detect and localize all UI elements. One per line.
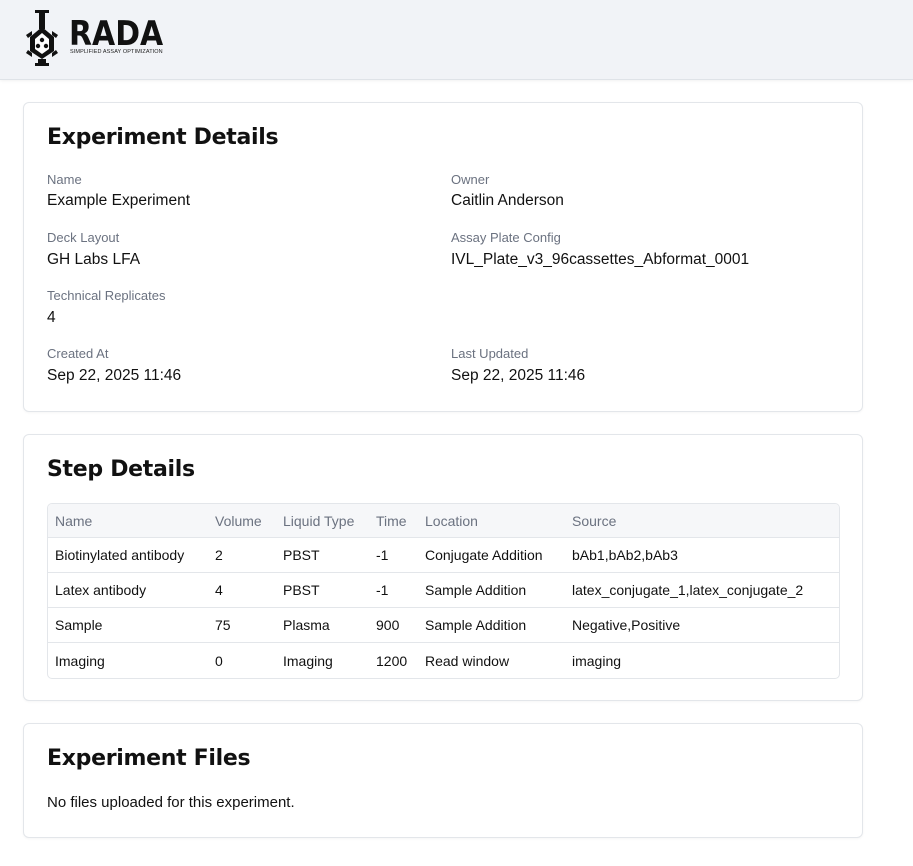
last-updated-label: Last Updated (451, 346, 529, 361)
cell-location: Sample Addition (418, 573, 565, 608)
step-details-card: Step Details Name Volume Liquid Type Tim… (23, 434, 863, 701)
table-header-row: Name Volume Liquid Type Time Location So… (48, 504, 839, 538)
cell-volume: 0 (215, 652, 223, 669)
name-label: Name (47, 172, 82, 187)
cell-location: Read window (425, 652, 510, 669)
experiment-files-title: Experiment Files (47, 746, 251, 771)
owner-label: Owner (451, 172, 490, 187)
cell-time: 900 (369, 608, 418, 643)
cell-source: imaging (572, 652, 622, 669)
flask-logo-icon (26, 10, 58, 66)
cell-liquid-type: PBST (276, 573, 369, 608)
cell-name: Latex antibody (48, 573, 208, 608)
cell-source: bAb1,bAb2,bAb3 (565, 538, 839, 573)
technical-replicates-label: Technical Replicates (47, 288, 166, 303)
column-header-liquid-type: Liquid Type (276, 504, 369, 538)
column-header-time: Time (369, 504, 418, 538)
table-row: Imaging 0 Imaging 1200 Read window imagi… (48, 643, 839, 678)
experiment-details-title: Experiment Details (47, 125, 279, 150)
deck-layout-label: Deck Layout (47, 230, 120, 245)
step-details-table: Name Volume Liquid Type Time Location So… (47, 503, 840, 679)
cell-volume: 75 (208, 608, 276, 643)
cell-volume: 2 (208, 538, 276, 573)
cell-liquid-type: PBST (276, 538, 369, 573)
cell-location: Sample Addition (418, 608, 565, 643)
table-row: Sample 75 Plasma 900 Sample Addition Neg… (48, 608, 839, 643)
cell-source: Negative,Positive (565, 608, 839, 643)
created-at-label: Created At (47, 346, 109, 361)
cell-liquid-type: Plasma (276, 608, 369, 643)
cell-source: latex_conjugate_1,latex_conjugate_2 (565, 573, 839, 608)
logo-tagline: SIMPLIFIED ASSAY OPTIMIZATION (70, 49, 163, 55)
logo-wordmark: RADA (69, 14, 164, 54)
cell-name: Imaging (55, 652, 105, 669)
owner-value: Caitlin Anderson (451, 192, 564, 209)
step-details-title: Step Details (47, 457, 195, 482)
name-value: Example Experiment (47, 192, 191, 209)
cell-liquid-type: Imaging (283, 652, 333, 669)
assay-plate-config-label: Assay Plate Config (451, 230, 561, 245)
table-row: Latex antibody 4 PBST -1 Sample Addition… (48, 573, 839, 608)
last-updated-value: Sep 22, 2025 11:46 (451, 367, 586, 384)
column-header-name: Name (48, 504, 208, 538)
created-at-value: Sep 22, 2025 11:46 (47, 367, 182, 384)
column-header-location: Location (418, 504, 565, 538)
no-files-message: No files uploaded for this experiment. (47, 794, 295, 811)
column-header-source: Source (565, 504, 839, 538)
cell-time: -1 (369, 538, 418, 573)
experiment-details-card: Experiment Details Name Example Experime… (23, 102, 863, 412)
cell-time: -1 (369, 573, 418, 608)
experiment-files-card: Experiment Files No files uploaded for t… (23, 723, 863, 838)
cell-volume: 4 (208, 573, 276, 608)
cell-time: 1200 (376, 652, 408, 669)
column-header-volume: Volume (208, 504, 276, 538)
cell-name: Biotinylated antibody (48, 538, 208, 573)
technical-replicates-value: 4 (47, 309, 56, 326)
top-header-bar: RADA SIMPLIFIED ASSAY OPTIMIZATION (0, 0, 913, 80)
cell-name: Sample (48, 608, 208, 643)
table-row: Biotinylated antibody 2 PBST -1 Conjugat… (48, 538, 839, 573)
rada-logo[interactable]: RADA SIMPLIFIED ASSAY OPTIMIZATION (24, 9, 174, 67)
cell-location: Conjugate Addition (418, 538, 565, 573)
assay-plate-config-value: IVL_Plate_v3_96cassettes_Abformat_0001 (451, 251, 750, 268)
deck-layout-value: GH Labs LFA (47, 251, 141, 268)
